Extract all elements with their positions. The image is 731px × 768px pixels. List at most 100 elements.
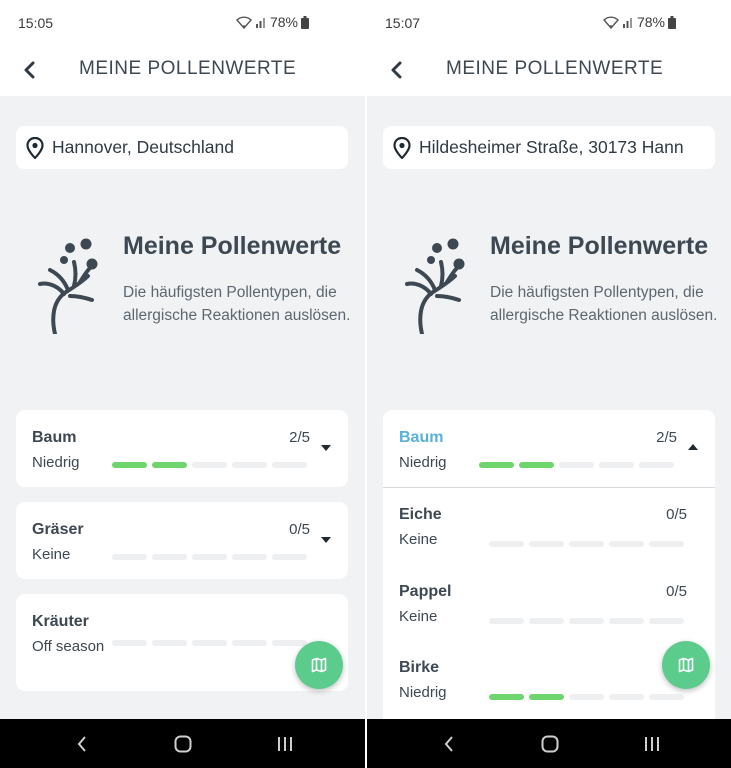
level-segment-empty [529, 541, 564, 547]
subitem-level: Keine [399, 608, 438, 625]
level-segment-empty [232, 640, 267, 646]
level-segment-empty [569, 618, 604, 624]
wifi-icon [236, 15, 252, 29]
card-level: Off season [32, 638, 105, 655]
subitem-name: Pappel [399, 583, 452, 600]
subitem-score: 0/5 [666, 583, 687, 600]
level-segment-filled [519, 462, 554, 468]
level-bars [112, 640, 307, 646]
chevron-down-icon[interactable] [320, 443, 332, 453]
subitem-score: 0/5 [666, 506, 687, 523]
app-bar: MEINE POLLENWERTE [0, 44, 365, 96]
card-score: 2/5 [289, 429, 310, 446]
level-segment-empty [152, 640, 187, 646]
subitem-pappel: Pappel Keine 0/5 [383, 565, 715, 642]
nav-back-icon[interactable] [436, 731, 462, 757]
chevron-up-icon[interactable] [687, 442, 699, 452]
hero-heading: Meine Pollenwerte [490, 232, 709, 260]
subitem-name: Eiche [399, 506, 442, 523]
nav-home-icon[interactable] [170, 731, 196, 757]
location-value: Hildesheimer Straße, 30173 Hann [419, 137, 684, 157]
location-pin-icon [26, 136, 44, 159]
nav-recents-icon[interactable] [272, 731, 298, 757]
left-screen: 15:05 78% MEINE POLLENWERTE Hannover, De… [0, 0, 365, 768]
page-title: MEINE POLLENWERTE [446, 58, 664, 79]
location-field[interactable]: Hannover, Deutschland [16, 126, 348, 169]
level-segment-filled [479, 462, 514, 468]
status-bar: 15:05 78% [0, 0, 365, 44]
level-segment-empty [569, 541, 604, 547]
level-segment-empty [272, 640, 307, 646]
card-score: 2/5 [656, 429, 677, 446]
card-name: Gräser [32, 521, 84, 538]
level-segment-empty [489, 618, 524, 624]
level-segment-empty [609, 618, 644, 624]
chevron-down-icon[interactable] [320, 535, 332, 545]
map-icon [311, 657, 327, 673]
pollen-card-baum-expanded[interactable]: Baum Niedrig 2/5 Eiche Keine 0/5 Pappel … [383, 410, 715, 740]
level-bars [479, 462, 674, 468]
nav-home-icon[interactable] [537, 731, 563, 757]
card-name: Kräuter [32, 613, 89, 630]
hero-heading: Meine Pollenwerte [123, 232, 342, 260]
system-nav-bar [367, 719, 731, 768]
pollen-card-graeser[interactable]: Gräser Keine 0/5 [16, 502, 348, 579]
status-time: 15:07 [385, 15, 421, 31]
level-segment-filled [152, 462, 187, 468]
level-segment-empty [112, 640, 147, 646]
pollen-card-baum[interactable]: Baum Niedrig 2/5 [16, 410, 348, 487]
level-bars [112, 462, 307, 468]
card-score: 0/5 [289, 521, 310, 538]
battery-icon [301, 15, 309, 29]
status-icons: 78% [603, 14, 676, 30]
level-segment-empty [649, 694, 684, 700]
level-segment-empty [272, 462, 307, 468]
level-segment-empty [529, 618, 564, 624]
subitem-name: Birke [399, 659, 440, 676]
level-segment-filled [112, 462, 147, 468]
level-bars [489, 694, 684, 700]
map-button[interactable] [295, 641, 343, 689]
battery-percent: 78% [269, 14, 298, 30]
map-icon [678, 657, 694, 673]
level-segment-empty [559, 462, 594, 468]
level-segment-empty [272, 554, 307, 560]
level-segment-empty [232, 554, 267, 560]
right-screen: 15:07 78% MEINE POLLENWERTE Hildesheimer… [367, 0, 731, 768]
card-level: Niedrig [399, 454, 447, 471]
system-nav-bar [0, 719, 365, 768]
level-segment-empty [609, 694, 644, 700]
back-arrow-icon[interactable] [383, 56, 411, 84]
level-segment-empty [609, 541, 644, 547]
level-segment-empty [152, 554, 187, 560]
level-segment-empty [232, 462, 267, 468]
location-field[interactable]: Hildesheimer Straße, 30173 Hann [383, 126, 715, 169]
signal-icon [255, 18, 265, 28]
hero-description: Die häufigsten Pollentypen, die allergis… [123, 284, 351, 324]
pollen-plant-icon [405, 238, 465, 334]
level-segment-empty [569, 694, 604, 700]
level-segment-empty [649, 618, 684, 624]
hero-section: Meine Pollenwerte Die häufigsten Pollent… [367, 228, 731, 348]
map-button[interactable] [662, 641, 710, 689]
subitem-level: Keine [399, 531, 438, 548]
nav-back-icon[interactable] [69, 731, 95, 757]
level-segment-filled [489, 694, 524, 700]
level-segment-empty [489, 541, 524, 547]
status-bar: 15:07 78% [367, 0, 731, 44]
level-bars [489, 541, 684, 547]
level-segment-empty [112, 554, 147, 560]
page-title: MEINE POLLENWERTE [79, 58, 297, 79]
pollen-plant-icon [38, 238, 98, 334]
battery-icon [668, 15, 676, 29]
nav-recents-icon[interactable] [639, 731, 665, 757]
card-level: Keine [32, 546, 71, 563]
app-bar: MEINE POLLENWERTE [367, 44, 731, 96]
card-name: Baum [399, 429, 444, 446]
level-bars [489, 618, 684, 624]
status-time: 15:05 [18, 15, 54, 31]
back-arrow-icon[interactable] [16, 56, 44, 84]
hero-section: Meine Pollenwerte Die häufigsten Pollent… [0, 228, 365, 348]
level-segment-empty [639, 462, 674, 468]
status-icons: 78% [236, 14, 309, 30]
